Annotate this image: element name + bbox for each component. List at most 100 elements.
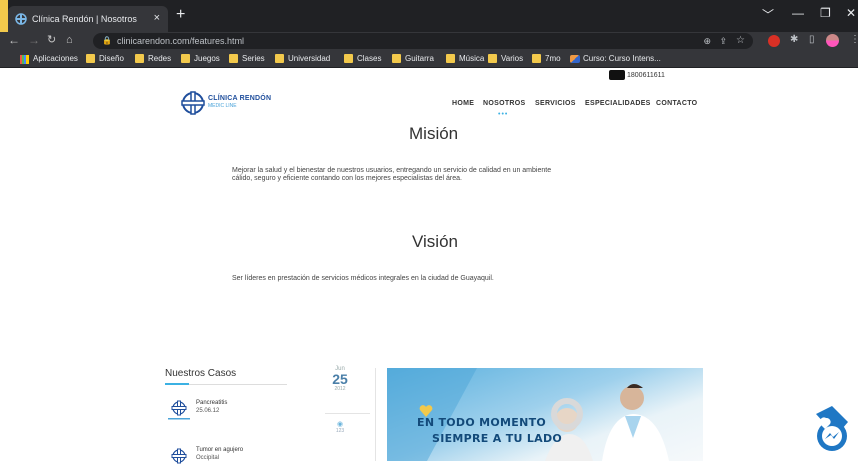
zoom-icon[interactable]: ⊕	[703, 33, 711, 49]
post-views: ◉ 123	[333, 420, 347, 434]
bookmarks-bar: Aplicaciones Diseño Redes Juegos Series …	[0, 50, 858, 68]
nav-servicios[interactable]: SERVICIOS	[535, 100, 576, 107]
bookmark-label: Series	[242, 54, 265, 63]
casos-accent-bar	[165, 383, 189, 385]
apps-grid-icon	[20, 55, 29, 64]
bookmark-universidad[interactable]: Universidad	[275, 52, 330, 66]
logo-tagline: MEDIC LINE	[208, 103, 237, 109]
clinic-favicon-icon	[15, 13, 27, 25]
bookmark-label: Música	[459, 54, 485, 63]
bookmark-7mo[interactable]: 7mo	[532, 52, 561, 66]
reload-icon[interactable]: ↻	[47, 33, 56, 47]
new-tab-button[interactable]: +	[176, 7, 185, 23]
bookmark-label: Redes	[148, 54, 172, 63]
eye-icon: ◉	[336, 421, 344, 428]
folder-icon	[446, 54, 455, 63]
bookmark-musica[interactable]: Música	[446, 52, 484, 66]
web-page: 1800611611 CLÍNICA RENDÓN MEDIC LINE HOM…	[0, 68, 858, 464]
minimize-button[interactable]: —	[792, 6, 804, 20]
nav-home[interactable]: HOME	[452, 100, 474, 107]
clinic-logo[interactable]: CLÍNICA RENDÓN MEDIC LINE	[180, 90, 280, 118]
side-panel-icon[interactable]: ▯	[809, 33, 815, 47]
column-divider	[375, 368, 376, 461]
bookmark-clases[interactable]: Clases	[344, 52, 381, 66]
share-icon[interactable]: ⇪	[719, 33, 727, 49]
logo-cross-icon	[181, 91, 205, 115]
home-icon[interactable]: ⌂	[66, 33, 73, 47]
folder-icon	[181, 54, 190, 63]
caso-date: 25.06.12	[196, 408, 220, 414]
bookmark-label: Diseño	[99, 54, 124, 63]
bookmark-aplicaciones[interactable]: Aplicaciones	[20, 52, 78, 66]
bookmark-redes[interactable]: Redes	[135, 52, 171, 66]
bookmark-series[interactable]: Series	[229, 52, 265, 66]
nav-contacto[interactable]: CONTACTO	[656, 100, 697, 107]
lock-icon: 🔒	[102, 36, 112, 45]
folder-icon	[86, 54, 95, 63]
folder-icon	[488, 54, 497, 63]
mision-text-line1: Mejorar la salud y el bienestar de nuest…	[232, 167, 552, 174]
browser-tab-bar: Clínica Rendón | Nosotros × + ﹀ — ❐ ✕	[0, 0, 858, 32]
bookmark-label: Juegos	[194, 54, 220, 63]
back-icon[interactable]: ←	[8, 33, 20, 47]
nav-especialidades[interactable]: ESPECIALIDADES	[585, 100, 651, 107]
nav-nosotros[interactable]: NOSOTROS	[483, 100, 525, 107]
menu-kebab-icon[interactable]: ⋮	[850, 33, 858, 47]
bookmark-curso[interactable]: Curso: Curso Intens...	[570, 52, 661, 66]
folder-icon	[532, 54, 541, 63]
vision-text: Ser líderes en prestación de servicios m…	[232, 275, 494, 282]
date-divider	[325, 413, 370, 414]
mision-text-line2: cálido, seguro y eficiente contando con …	[232, 175, 462, 182]
profile-avatar-icon[interactable]	[826, 34, 839, 47]
banner-photo	[387, 368, 669, 461]
tab-search-icon[interactable]: ﹀	[762, 6, 774, 23]
folder-icon	[275, 54, 284, 63]
post-day: 25	[332, 371, 348, 387]
forward-icon[interactable]: →	[28, 33, 40, 47]
bookmark-diseno[interactable]: Diseño	[86, 52, 124, 66]
address-bar[interactable]: 🔒 clinicarendon.com/features.html ⊕ ⇪ ☆	[93, 33, 753, 49]
post-date: Jun 25 2012	[325, 366, 355, 392]
extensions-puzzle-icon[interactable]: ✱	[790, 33, 798, 47]
logo-name: CLÍNICA RENDÓN	[208, 95, 272, 102]
promo-banner[interactable]: EN TODO MOMENTO SIEMPRE A TU LADO	[387, 368, 703, 461]
bookmark-label: Clases	[357, 54, 382, 63]
maximize-button[interactable]: ❐	[820, 6, 831, 20]
extension-red-icon[interactable]	[768, 35, 780, 47]
browser-toolbar: ← → ↻ ⌂ 🔒 clinicarendon.com/features.htm…	[0, 32, 858, 50]
tab-close-icon[interactable]: ×	[154, 12, 160, 24]
folder-icon	[344, 54, 353, 63]
bookmark-guitarra[interactable]: Guitarra	[392, 52, 434, 66]
close-window-button[interactable]: ✕	[846, 6, 856, 20]
bookmark-label: Guitarra	[405, 54, 434, 63]
caso-date: Occipital	[196, 455, 220, 461]
bookmark-varios[interactable]: Varios	[488, 52, 523, 66]
tab-strip-edge	[0, 0, 8, 32]
bookmark-label: Curso: Curso Intens...	[583, 54, 661, 63]
caso-name[interactable]: Tumor en agujero	[196, 447, 243, 453]
mision-title: Misión	[409, 124, 459, 143]
bookmark-star-icon[interactable]: ☆	[736, 33, 745, 49]
url-text: clinicarendon.com/features.html	[117, 36, 245, 46]
banner-line1: EN TODO MOMENTO	[417, 416, 547, 429]
casos-title: Nuestros Casos	[165, 368, 237, 379]
vision-title: Visión	[412, 232, 458, 251]
chat-messenger-icon[interactable]	[806, 406, 850, 454]
phone-number: 1800611611	[627, 71, 665, 79]
folder-icon	[392, 54, 401, 63]
header-phone[interactable]: 1800611611	[609, 70, 665, 80]
ambulance-icon	[609, 70, 625, 80]
bookmark-label: Aplicaciones	[33, 54, 78, 63]
views-count: 123	[335, 428, 345, 434]
caso-thumbnail[interactable]	[165, 447, 193, 471]
caso-name[interactable]: Pancreatitis	[196, 400, 227, 406]
bookmark-label: 7mo	[545, 54, 561, 63]
post-year: 2012	[334, 386, 346, 392]
bookmark-label: Universidad	[288, 54, 331, 63]
bookmark-label: Varios	[501, 54, 524, 63]
folder-icon	[229, 54, 238, 63]
browser-tab[interactable]: Clínica Rendón | Nosotros ×	[8, 6, 168, 32]
bookmark-juegos[interactable]: Juegos	[181, 52, 220, 66]
caso-thumbnail[interactable]	[165, 399, 193, 423]
course-favicon-icon	[570, 55, 580, 63]
